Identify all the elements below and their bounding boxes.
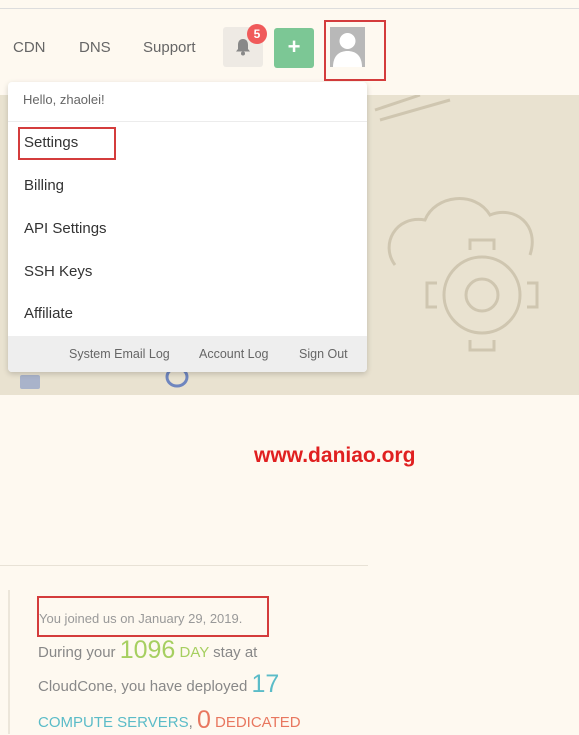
watermark-text: www.daniao.org (254, 444, 416, 467)
user-dropdown-menu: Hello, zhaolei! Settings Billing API Set… (8, 82, 367, 372)
stay-at-text: stay at (213, 644, 258, 661)
dropdown-divider (8, 121, 367, 122)
nav-cdn-link[interactable]: CDN (13, 39, 46, 56)
stats-line-2: CloudCone, you have deployed 17 (38, 670, 279, 699)
notification-count-badge: 5 (247, 24, 267, 44)
plus-icon: + (287, 34, 301, 59)
menu-item-affiliate[interactable]: Affiliate (24, 305, 73, 322)
cloudcone-text: CloudCone, you have deployed (38, 678, 248, 695)
menu-item-api-settings[interactable]: API Settings (24, 220, 107, 237)
account-log-link[interactable]: Account Log (199, 347, 269, 361)
avatar[interactable] (330, 27, 365, 67)
menu-item-ssh-keys[interactable]: SSH Keys (24, 263, 92, 280)
nav-dns-link[interactable]: DNS (79, 39, 111, 56)
top-divider (0, 8, 579, 9)
nav-support-link[interactable]: Support (143, 39, 196, 56)
user-icon (333, 33, 362, 67)
system-email-log-link[interactable]: System Email Log (69, 347, 170, 361)
dropdown-footer: System Email Log Account Log Sign Out (8, 336, 367, 372)
day-label: DAY (179, 644, 209, 661)
comma-text: , (188, 714, 193, 731)
settings-highlight-box (18, 127, 116, 160)
create-button[interactable]: + (274, 28, 314, 68)
compute-label: COMPUTE SERVERS (38, 714, 189, 731)
compute-count: 17 (251, 670, 280, 698)
stats-left-border (8, 590, 10, 734)
stats-line-3: COMPUTE SERVERS, 0 DEDICATED (38, 706, 301, 735)
dedicated-count: 0 (196, 706, 211, 734)
menu-item-billing[interactable]: Billing (24, 177, 64, 194)
joined-date-text: You joined us on January 29, 2019. (39, 611, 243, 626)
sign-out-link[interactable]: Sign Out (299, 347, 348, 361)
days-count: 1096 (119, 636, 176, 664)
dropdown-greeting: Hello, zhaolei! (23, 92, 105, 107)
dedicated-label: DEDICATED (215, 714, 301, 731)
section-divider (0, 565, 368, 566)
during-text: During your (38, 644, 116, 661)
stats-line-1: During your 1096 DAY stay at (38, 636, 257, 665)
